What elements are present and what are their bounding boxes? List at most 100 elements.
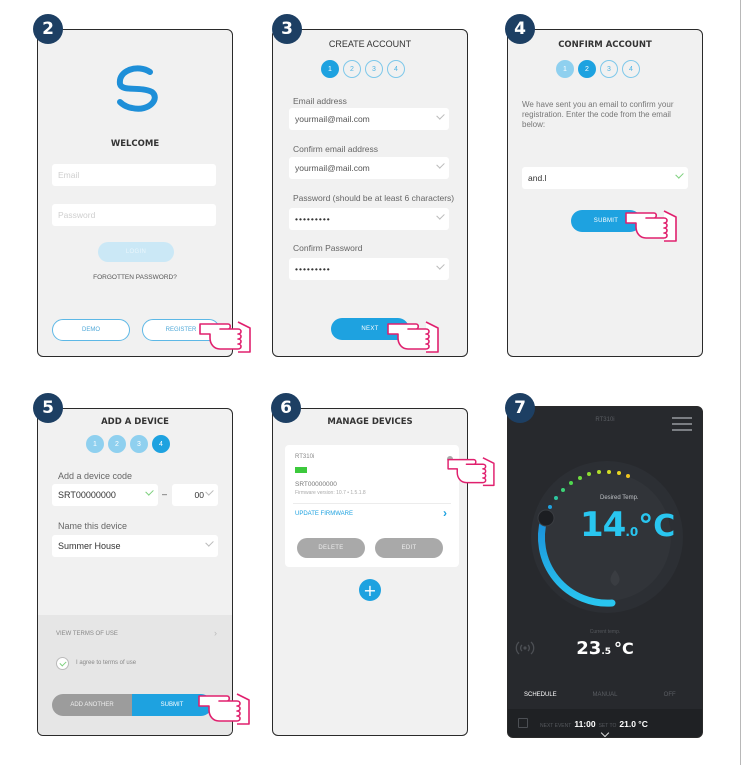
progress-steps: 1 2 3 4 bbox=[556, 60, 640, 78]
device-serial: SRT00000000 bbox=[295, 481, 337, 488]
pointer-hand-icon bbox=[625, 210, 677, 242]
app-logo-icon bbox=[116, 65, 158, 112]
pointer-hand-icon bbox=[447, 457, 495, 487]
set-to-value: 21.0 °C bbox=[619, 719, 648, 729]
desired-temp-label: Desired Temp. bbox=[600, 495, 639, 501]
password-placeholder: Password bbox=[58, 210, 96, 220]
set-to-label: SET TO bbox=[598, 723, 617, 729]
confirm-message: We have sent you an email to confirm you… bbox=[522, 100, 674, 129]
thermostat-screen: RT310i Desired Temp. 14.0°C Current temp… bbox=[507, 406, 703, 738]
add-device-title: ADD A DEVICE bbox=[101, 417, 169, 427]
progress-step: 4 bbox=[152, 435, 170, 453]
device-code-suffix: 00 bbox=[194, 490, 204, 500]
current-temp-unit: °C bbox=[614, 639, 634, 658]
pointer-hand-icon bbox=[199, 321, 251, 353]
dial-knob-icon[interactable] bbox=[537, 509, 555, 527]
update-firmware-link[interactable]: UPDATE FIRMWARE bbox=[295, 511, 353, 517]
device-name: RT310i bbox=[295, 454, 315, 460]
email-label: Email address bbox=[293, 96, 347, 106]
page-divider-line bbox=[740, 0, 741, 765]
progress-steps: 1 2 3 4 bbox=[321, 60, 405, 78]
welcome-title: WELCOME bbox=[110, 139, 160, 149]
progress-step: 1 bbox=[86, 435, 104, 453]
confirm-password-field[interactable]: ••••••••• bbox=[289, 258, 449, 280]
forgotten-password-link[interactable]: FORGOTTEN PASSWORD? bbox=[38, 274, 232, 281]
tab-manual[interactable]: MANUAL bbox=[573, 692, 638, 698]
chevron-right-icon: › bbox=[443, 506, 447, 520]
mode-tabs: SCHEDULE MANUAL OFF bbox=[508, 683, 702, 707]
current-temp-label: Current temp. bbox=[589, 629, 621, 635]
confirm-account-screen: CONFIRM ACCOUNT 1 2 3 4 We have sent you… bbox=[507, 29, 703, 357]
chevron-down-icon[interactable] bbox=[600, 728, 610, 737]
current-temp-value: 23 bbox=[576, 638, 602, 659]
step-badge-5: 5 bbox=[33, 393, 63, 423]
create-account-title: CREATE ACCOUNT bbox=[328, 39, 412, 49]
device-code-field[interactable]: SRT00000000 bbox=[52, 484, 158, 506]
check-icon bbox=[59, 659, 67, 667]
agree-label: I agree to terms of use bbox=[76, 660, 137, 666]
step-badge-3: 3 bbox=[272, 14, 302, 44]
device-name-label: Name this device bbox=[58, 521, 128, 531]
desired-temp-unit: °C bbox=[638, 509, 676, 544]
progress-steps: 1 2 3 4 bbox=[86, 435, 170, 453]
password-field[interactable]: ••••••••• bbox=[289, 208, 449, 230]
device-name-field[interactable]: Summer House bbox=[52, 535, 218, 557]
divider bbox=[293, 503, 451, 504]
device-code-value: SRT00000000 bbox=[58, 490, 116, 500]
device-code-label: Add a device code bbox=[58, 471, 133, 481]
delete-button[interactable]: DELETE bbox=[297, 538, 365, 558]
password-field[interactable]: Password bbox=[52, 204, 216, 226]
add-another-button[interactable]: ADD ANOTHER bbox=[52, 694, 132, 716]
password-label: Password (should be at least 6 character… bbox=[293, 193, 455, 203]
email-field[interactable]: Email bbox=[52, 164, 216, 186]
progress-step: 2 bbox=[343, 60, 361, 78]
progress-step: 3 bbox=[365, 60, 383, 78]
calendar-icon bbox=[518, 718, 528, 728]
add-device-action-toggle: ADD ANOTHER SUBMIT bbox=[52, 694, 212, 716]
device-code-suffix-field[interactable]: 00 bbox=[172, 484, 218, 506]
confirm-email-value: yourmail@mail.com bbox=[295, 163, 370, 173]
login-button[interactable]: LOGIN bbox=[98, 242, 174, 262]
next-event-info: NEXT EVENT 11:00 SET TO 21.0 °C bbox=[540, 719, 648, 729]
email-value: yourmail@mail.com bbox=[295, 114, 370, 124]
confirm-password-label: Confirm Password bbox=[293, 243, 363, 253]
manage-devices-title: MANAGE DEVICES bbox=[327, 417, 413, 427]
add-device-button[interactable]: + bbox=[359, 579, 381, 601]
current-temp-decimal: .5 bbox=[601, 647, 611, 657]
device-code-dash: – bbox=[162, 489, 168, 499]
progress-step: 4 bbox=[622, 60, 640, 78]
progress-step: 2 bbox=[578, 60, 596, 78]
confirm-email-field[interactable]: yourmail@mail.com bbox=[289, 157, 449, 179]
step-badge-2: 2 bbox=[33, 14, 63, 44]
step-badge-7: 7 bbox=[505, 393, 535, 423]
firmware-version: Firmware version: 10.7 • 1.5.1.8 bbox=[295, 490, 366, 496]
progress-step: 3 bbox=[600, 60, 618, 78]
manage-devices-screen: MANAGE DEVICES RT310i SRT00000000 Firmwa… bbox=[272, 408, 468, 736]
confirm-email-label: Confirm email address bbox=[293, 144, 379, 154]
view-terms-link[interactable]: VIEW TERMS OF USE bbox=[56, 631, 118, 637]
tab-schedule[interactable]: SCHEDULE bbox=[508, 692, 573, 698]
email-placeholder: Email bbox=[58, 170, 80, 180]
tab-off[interactable]: OFF bbox=[637, 692, 702, 698]
current-temp: 23.5 °C bbox=[508, 638, 702, 659]
edit-button[interactable]: EDIT bbox=[375, 538, 443, 558]
next-event-bar: NEXT EVENT 11:00 SET TO 21.0 °C bbox=[508, 709, 702, 737]
confirmation-code-field[interactable]: and.l bbox=[522, 167, 688, 189]
step-badge-6: 6 bbox=[271, 393, 301, 423]
agree-checkbox[interactable] bbox=[56, 657, 69, 670]
desired-temp: 14.0°C bbox=[580, 505, 675, 545]
pointer-hand-icon bbox=[198, 693, 250, 725]
demo-button[interactable]: DEMO bbox=[52, 319, 130, 341]
chevron-right-icon: › bbox=[214, 628, 217, 638]
email-field[interactable]: yourmail@mail.com bbox=[289, 108, 449, 130]
progress-step: 1 bbox=[321, 60, 339, 78]
device-name-value: Summer House bbox=[58, 541, 121, 551]
pointer-hand-icon bbox=[387, 321, 439, 353]
progress-step: 1 bbox=[556, 60, 574, 78]
device-card: RT310i SRT00000000 Firmware version: 10.… bbox=[285, 445, 459, 567]
progress-step: 2 bbox=[108, 435, 126, 453]
menu-icon[interactable] bbox=[672, 417, 692, 431]
signal-indicator-icon bbox=[295, 467, 307, 473]
next-event-label: NEXT EVENT bbox=[540, 723, 572, 729]
code-value: and.l bbox=[528, 173, 547, 183]
